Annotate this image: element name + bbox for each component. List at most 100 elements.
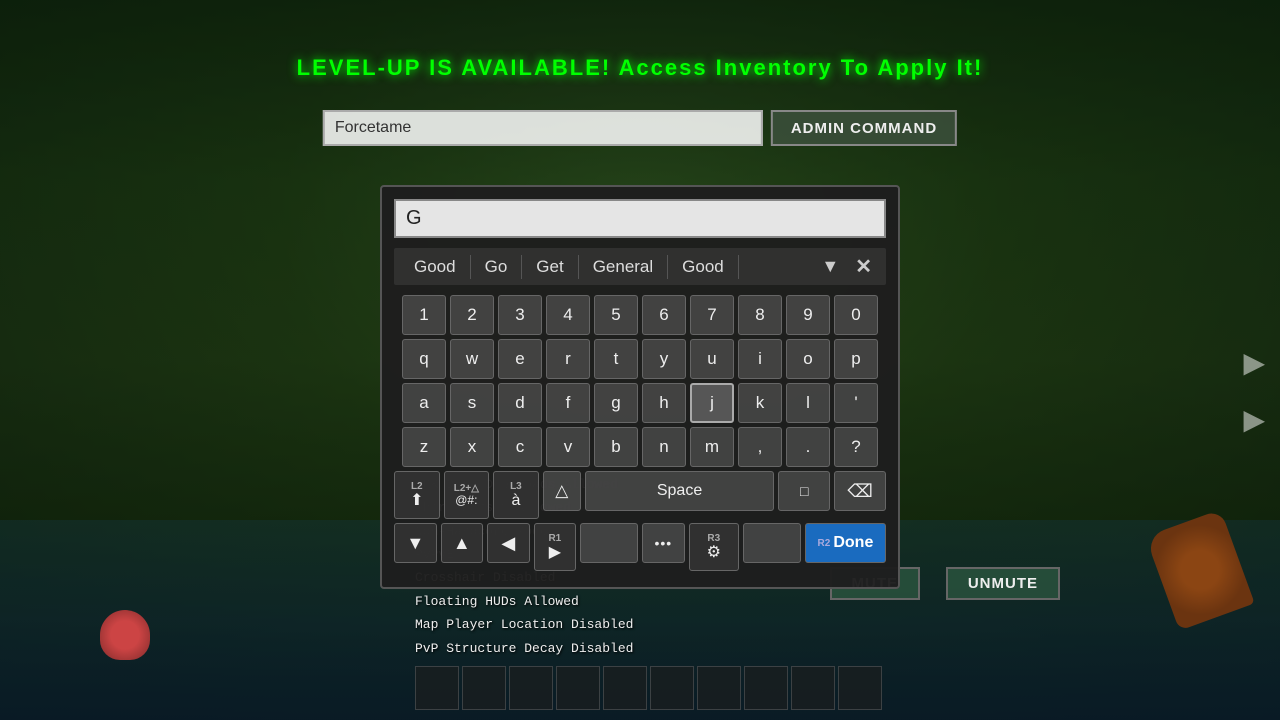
- key-u[interactable]: u: [690, 339, 734, 379]
- key-z[interactable]: z: [402, 427, 446, 467]
- right-arrow-1[interactable]: ▶: [1243, 346, 1265, 379]
- key-7[interactable]: 7: [690, 295, 734, 335]
- suggestions-expand-button[interactable]: ▼: [813, 254, 847, 279]
- key-c[interactable]: c: [498, 427, 542, 467]
- suggestion-general[interactable]: General: [579, 255, 668, 279]
- key-e[interactable]: e: [498, 339, 542, 379]
- l2-label: L2: [411, 481, 423, 492]
- key-3[interactable]: 3: [498, 295, 542, 335]
- key-2[interactable]: 2: [450, 295, 494, 335]
- key-t[interactable]: t: [594, 339, 638, 379]
- nav-row: ▼ ▲ ◀ R1 ▶ ••• R3 ⚙ R2Done: [394, 523, 886, 571]
- hotbar: [415, 666, 882, 710]
- key-l2-symbols[interactable]: L2+△ @#:: [444, 471, 490, 519]
- play-icon: ▶: [549, 544, 561, 562]
- suggestions-row: Good Go Get General Good ▼ ✕: [394, 248, 886, 285]
- hotbar-slot-9[interactable]: [791, 666, 835, 710]
- key-j[interactable]: j: [690, 383, 734, 423]
- gear-icon: ⚙: [707, 544, 721, 562]
- modifier-row: L2 ⬆ L2+△ @#: L3 à △ Space □ ⌫: [394, 471, 886, 519]
- key-triangle[interactable]: △: [543, 471, 581, 511]
- key-question[interactable]: ?: [834, 427, 878, 467]
- key-b[interactable]: b: [594, 427, 638, 467]
- key-1[interactable]: 1: [402, 295, 446, 335]
- symbols-label: @#:: [455, 494, 477, 507]
- key-down-arrow[interactable]: ▼: [394, 523, 437, 563]
- asdf-row: a s d f g h j k l ': [394, 383, 886, 423]
- hotbar-slot-10[interactable]: [838, 666, 882, 710]
- key-5[interactable]: 5: [594, 295, 638, 335]
- qwerty-row: q w e r t y u i o p: [394, 339, 886, 379]
- key-8[interactable]: 8: [738, 295, 782, 335]
- key-l2-upload[interactable]: L2 ⬆: [394, 471, 440, 519]
- key-0[interactable]: 0: [834, 295, 878, 335]
- key-d[interactable]: d: [498, 383, 542, 423]
- key-6[interactable]: 6: [642, 295, 686, 335]
- hotbar-slot-6[interactable]: [650, 666, 694, 710]
- key-i[interactable]: i: [738, 339, 782, 379]
- key-empty1: [580, 523, 638, 563]
- l3-label: L3: [510, 481, 522, 492]
- command-input[interactable]: [323, 110, 763, 146]
- key-r1[interactable]: R1 ▶: [534, 523, 577, 571]
- right-arrow-2[interactable]: ▶: [1243, 403, 1265, 436]
- key-period[interactable]: .: [786, 427, 830, 467]
- key-up-arrow[interactable]: ▲: [441, 523, 484, 563]
- key-square[interactable]: □: [778, 471, 830, 511]
- key-l[interactable]: l: [786, 383, 830, 423]
- admin-bar: ADMIN COMMAND: [323, 110, 957, 146]
- server-info-line-8: PvP Structure Decay Disabled: [415, 637, 633, 660]
- key-y[interactable]: y: [642, 339, 686, 379]
- key-space[interactable]: Space: [585, 471, 774, 511]
- server-info-line-6: Floating HUDs Allowed: [415, 590, 633, 613]
- level-up-banner: LEVEL-UP IS AVAILABLE! Access Inventory …: [297, 55, 984, 81]
- key-w[interactable]: w: [450, 339, 494, 379]
- key-n[interactable]: n: [642, 427, 686, 467]
- keyboard-search-input[interactable]: [394, 199, 886, 238]
- r2-label: R2: [818, 538, 831, 549]
- key-h[interactable]: h: [642, 383, 686, 423]
- unmute-button[interactable]: UNMUTE: [946, 567, 1060, 600]
- key-x[interactable]: x: [450, 427, 494, 467]
- number-row: 1 2 3 4 5 6 7 8 9 0: [394, 295, 886, 335]
- hotbar-slot-3[interactable]: [509, 666, 553, 710]
- key-m[interactable]: m: [690, 427, 734, 467]
- hotbar-slot-5[interactable]: [603, 666, 647, 710]
- accent-char: à: [511, 492, 520, 510]
- key-4[interactable]: 4: [546, 295, 590, 335]
- hotbar-slot-7[interactable]: [697, 666, 741, 710]
- r3-label: R3: [707, 533, 720, 544]
- key-g[interactable]: g: [594, 383, 638, 423]
- suggestion-go[interactable]: Go: [471, 255, 523, 279]
- key-k[interactable]: k: [738, 383, 782, 423]
- key-done[interactable]: R2Done: [805, 523, 886, 563]
- suggestion-good2[interactable]: Good: [668, 255, 739, 279]
- suggestion-get[interactable]: Get: [522, 255, 578, 279]
- admin-command-button[interactable]: ADMIN COMMAND: [771, 110, 957, 146]
- key-backspace[interactable]: ⌫: [834, 471, 886, 511]
- hotbar-slot-2[interactable]: [462, 666, 506, 710]
- r1-label: R1: [548, 533, 561, 544]
- upload-icon: ⬆: [410, 492, 423, 510]
- key-left-arrow[interactable]: ◀: [487, 523, 530, 563]
- key-a[interactable]: a: [402, 383, 446, 423]
- key-o[interactable]: o: [786, 339, 830, 379]
- suggestion-good1[interactable]: Good: [400, 255, 471, 279]
- creature-decoration: [100, 610, 150, 660]
- hotbar-slot-8[interactable]: [744, 666, 788, 710]
- key-f[interactable]: f: [546, 383, 590, 423]
- key-comma[interactable]: ,: [738, 427, 782, 467]
- key-p[interactable]: p: [834, 339, 878, 379]
- key-s[interactable]: s: [450, 383, 494, 423]
- key-9[interactable]: 9: [786, 295, 830, 335]
- key-r3-gear[interactable]: R3 ⚙: [689, 523, 739, 571]
- key-r[interactable]: r: [546, 339, 590, 379]
- suggestions-close-button[interactable]: ✕: [847, 252, 880, 281]
- key-l3-accent[interactable]: L3 à: [493, 471, 539, 519]
- key-apostrophe[interactable]: ': [834, 383, 878, 423]
- key-q[interactable]: q: [402, 339, 446, 379]
- hotbar-slot-1[interactable]: [415, 666, 459, 710]
- hotbar-slot-4[interactable]: [556, 666, 600, 710]
- key-v[interactable]: v: [546, 427, 590, 467]
- key-dots[interactable]: •••: [642, 523, 685, 563]
